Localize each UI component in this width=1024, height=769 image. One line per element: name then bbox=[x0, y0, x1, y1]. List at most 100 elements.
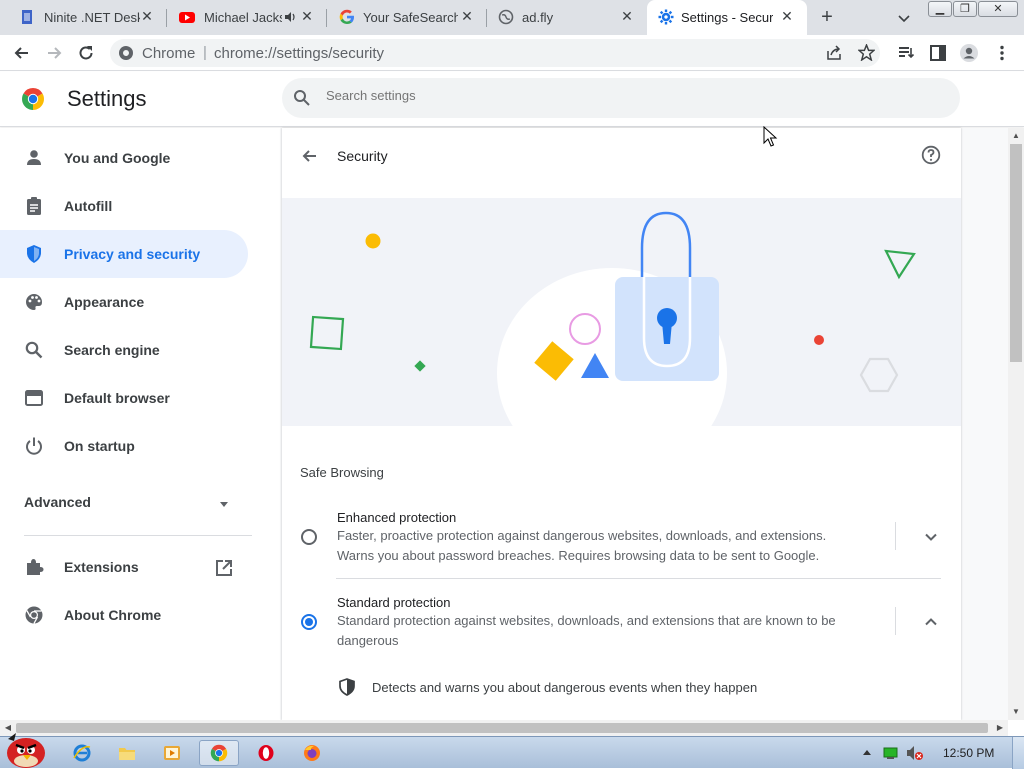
puzzle-piece-icon bbox=[27, 559, 44, 575]
new-tab-button[interactable]: + bbox=[815, 6, 839, 30]
settings-header: Settings bbox=[0, 72, 1024, 127]
expand-chevron-down-icon[interactable] bbox=[921, 527, 941, 547]
option-divider bbox=[336, 578, 941, 579]
tab-title: ad.fly bbox=[522, 10, 554, 25]
scroll-right-arrow-icon[interactable]: ▶ bbox=[992, 720, 1008, 736]
clipboard-icon bbox=[27, 197, 41, 215]
page-title: Security bbox=[337, 148, 388, 164]
collapse-chevron-up-icon[interactable] bbox=[921, 612, 941, 632]
settings-search-box[interactable] bbox=[282, 78, 960, 118]
taskbar-opera[interactable] bbox=[246, 740, 286, 766]
menu-kebab-icon[interactable] bbox=[992, 43, 1012, 63]
security-page-card: Security Safe Browsing Enhanced protecti… bbox=[282, 128, 961, 720]
angry-birds-start-icon[interactable] bbox=[2, 731, 48, 769]
taskbar-clock[interactable]: 12:50 PM bbox=[943, 746, 994, 760]
tab-title: Settings - Security bbox=[681, 10, 773, 25]
close-tab-icon[interactable]: ✕ bbox=[459, 8, 475, 24]
sidebar-item-you-and-google[interactable]: You and Google bbox=[0, 134, 248, 182]
sidebar-item-label: On startup bbox=[64, 438, 135, 454]
vertical-separator bbox=[895, 607, 896, 635]
taskbar-internet-explorer[interactable] bbox=[62, 740, 102, 766]
tab-title: Michael Jackson bbox=[204, 10, 282, 25]
minimize-button[interactable]: ▁ bbox=[928, 1, 952, 17]
side-panel-icon[interactable] bbox=[928, 43, 948, 63]
tab-adfly[interactable]: ad.fly ✕ bbox=[487, 0, 647, 35]
close-tab-icon[interactable]: ✕ bbox=[139, 8, 155, 24]
sidebar-item-search-engine[interactable]: Search engine bbox=[0, 326, 248, 374]
settings-sidebar: You and Google Autofill Privacy and secu… bbox=[0, 128, 280, 720]
standard-protection-radio[interactable] bbox=[301, 614, 317, 630]
tab-search-chevron-icon[interactable] bbox=[895, 9, 913, 27]
reload-icon[interactable] bbox=[76, 43, 96, 63]
settings-title: Settings bbox=[67, 86, 147, 111]
power-icon bbox=[26, 437, 42, 455]
shield-icon bbox=[27, 245, 41, 263]
address-bar[interactable]: Chrome | chrome://settings/security bbox=[110, 39, 880, 67]
scroll-up-arrow-icon[interactable]: ▲ bbox=[1008, 128, 1024, 144]
back-icon[interactable] bbox=[12, 43, 32, 63]
safe-browsing-heading: Safe Browsing bbox=[300, 465, 384, 480]
tab-ninite[interactable]: Ninite .NET Desktop ✕ bbox=[0, 0, 167, 35]
settings-gear-icon bbox=[658, 9, 674, 25]
url-text[interactable]: chrome://settings/security bbox=[214, 45, 384, 62]
tab-settings[interactable]: Settings - Security ✕ bbox=[647, 0, 807, 35]
back-arrow-icon[interactable] bbox=[300, 146, 320, 166]
forward-icon[interactable] bbox=[44, 43, 64, 63]
taskbar-chrome[interactable] bbox=[199, 740, 239, 766]
vertical-scroll-thumb[interactable] bbox=[1010, 144, 1022, 362]
caret-down-icon[interactable] bbox=[218, 498, 230, 510]
search-input[interactable] bbox=[326, 88, 926, 103]
tab-safesearch[interactable]: Your SafeSearch ✕ bbox=[327, 0, 487, 35]
enhanced-protection-radio[interactable] bbox=[301, 529, 317, 545]
close-tab-icon[interactable]: ✕ bbox=[299, 8, 315, 24]
volume-muted-icon[interactable] bbox=[906, 745, 924, 761]
profile-avatar-icon[interactable] bbox=[959, 43, 979, 63]
vertical-separator bbox=[895, 522, 896, 550]
browser-window-icon bbox=[25, 390, 43, 406]
chrome-site-icon[interactable] bbox=[118, 45, 134, 61]
tab-youtube[interactable]: Michael Jackson ✕ bbox=[167, 0, 327, 35]
battery-network-icon[interactable] bbox=[883, 746, 899, 760]
sidebar-item-extensions[interactable]: Extensions bbox=[0, 543, 248, 591]
sidebar-item-privacy-and-security[interactable]: Privacy and security bbox=[0, 230, 248, 278]
detects-warns-text: Detects and warns you about dangerous ev… bbox=[372, 680, 758, 695]
tray-expand-icon[interactable] bbox=[862, 748, 872, 758]
audio-playing-icon[interactable] bbox=[284, 11, 298, 23]
restore-button[interactable]: ❐ bbox=[953, 1, 977, 17]
taskbar-media-player[interactable] bbox=[152, 740, 192, 766]
sidebar-item-label: Autofill bbox=[64, 198, 113, 214]
sidebar-item-label: Extensions bbox=[64, 559, 139, 575]
browser-toolbar: Chrome | chrome://settings/security bbox=[0, 35, 1024, 71]
sidebar-item-default-browser[interactable]: Default browser bbox=[0, 374, 248, 422]
horizontal-scroll-thumb[interactable] bbox=[16, 723, 988, 733]
close-tab-icon[interactable]: ✕ bbox=[619, 8, 635, 24]
advanced-section-toggle[interactable]: Advanced bbox=[24, 494, 91, 510]
shield-outline-icon bbox=[339, 678, 355, 696]
help-icon[interactable] bbox=[921, 145, 941, 165]
taskbar-file-explorer[interactable] bbox=[107, 740, 147, 766]
close-window-button[interactable]: ✕ bbox=[978, 1, 1018, 17]
show-desktop-button[interactable] bbox=[1012, 737, 1024, 769]
open-in-new-icon[interactable] bbox=[214, 558, 234, 578]
sidebar-item-about-chrome[interactable]: About Chrome bbox=[0, 591, 248, 639]
taskbar-firefox[interactable] bbox=[292, 740, 332, 766]
sidebar-item-on-startup[interactable]: On startup bbox=[0, 422, 248, 470]
folder-icon bbox=[119, 748, 135, 760]
enhanced-protection-title: Enhanced protection bbox=[337, 510, 457, 525]
firefox-icon bbox=[304, 745, 320, 761]
bookmark-star-icon[interactable] bbox=[858, 44, 875, 61]
sidebar-item-autofill[interactable]: Autofill bbox=[0, 182, 248, 230]
share-icon[interactable] bbox=[826, 45, 842, 61]
windows-taskbar: 12:50 PM bbox=[0, 733, 1024, 769]
internet-explorer-icon bbox=[73, 744, 91, 762]
standard-protection-title: Standard protection bbox=[337, 595, 451, 610]
scroll-down-arrow-icon[interactable]: ▼ bbox=[1008, 704, 1024, 720]
horizontal-scrollbar[interactable]: ◀ ▶ bbox=[0, 720, 1008, 736]
sidebar-item-appearance[interactable]: Appearance bbox=[0, 278, 248, 326]
reading-list-icon[interactable] bbox=[896, 43, 916, 63]
site-label: Chrome bbox=[142, 45, 196, 62]
sidebar-item-label: Default browser bbox=[64, 390, 170, 406]
vertical-scrollbar[interactable]: ▲ ▼ bbox=[1008, 128, 1024, 720]
close-tab-icon[interactable]: ✕ bbox=[779, 8, 795, 24]
sidebar-item-label: Appearance bbox=[64, 294, 145, 310]
